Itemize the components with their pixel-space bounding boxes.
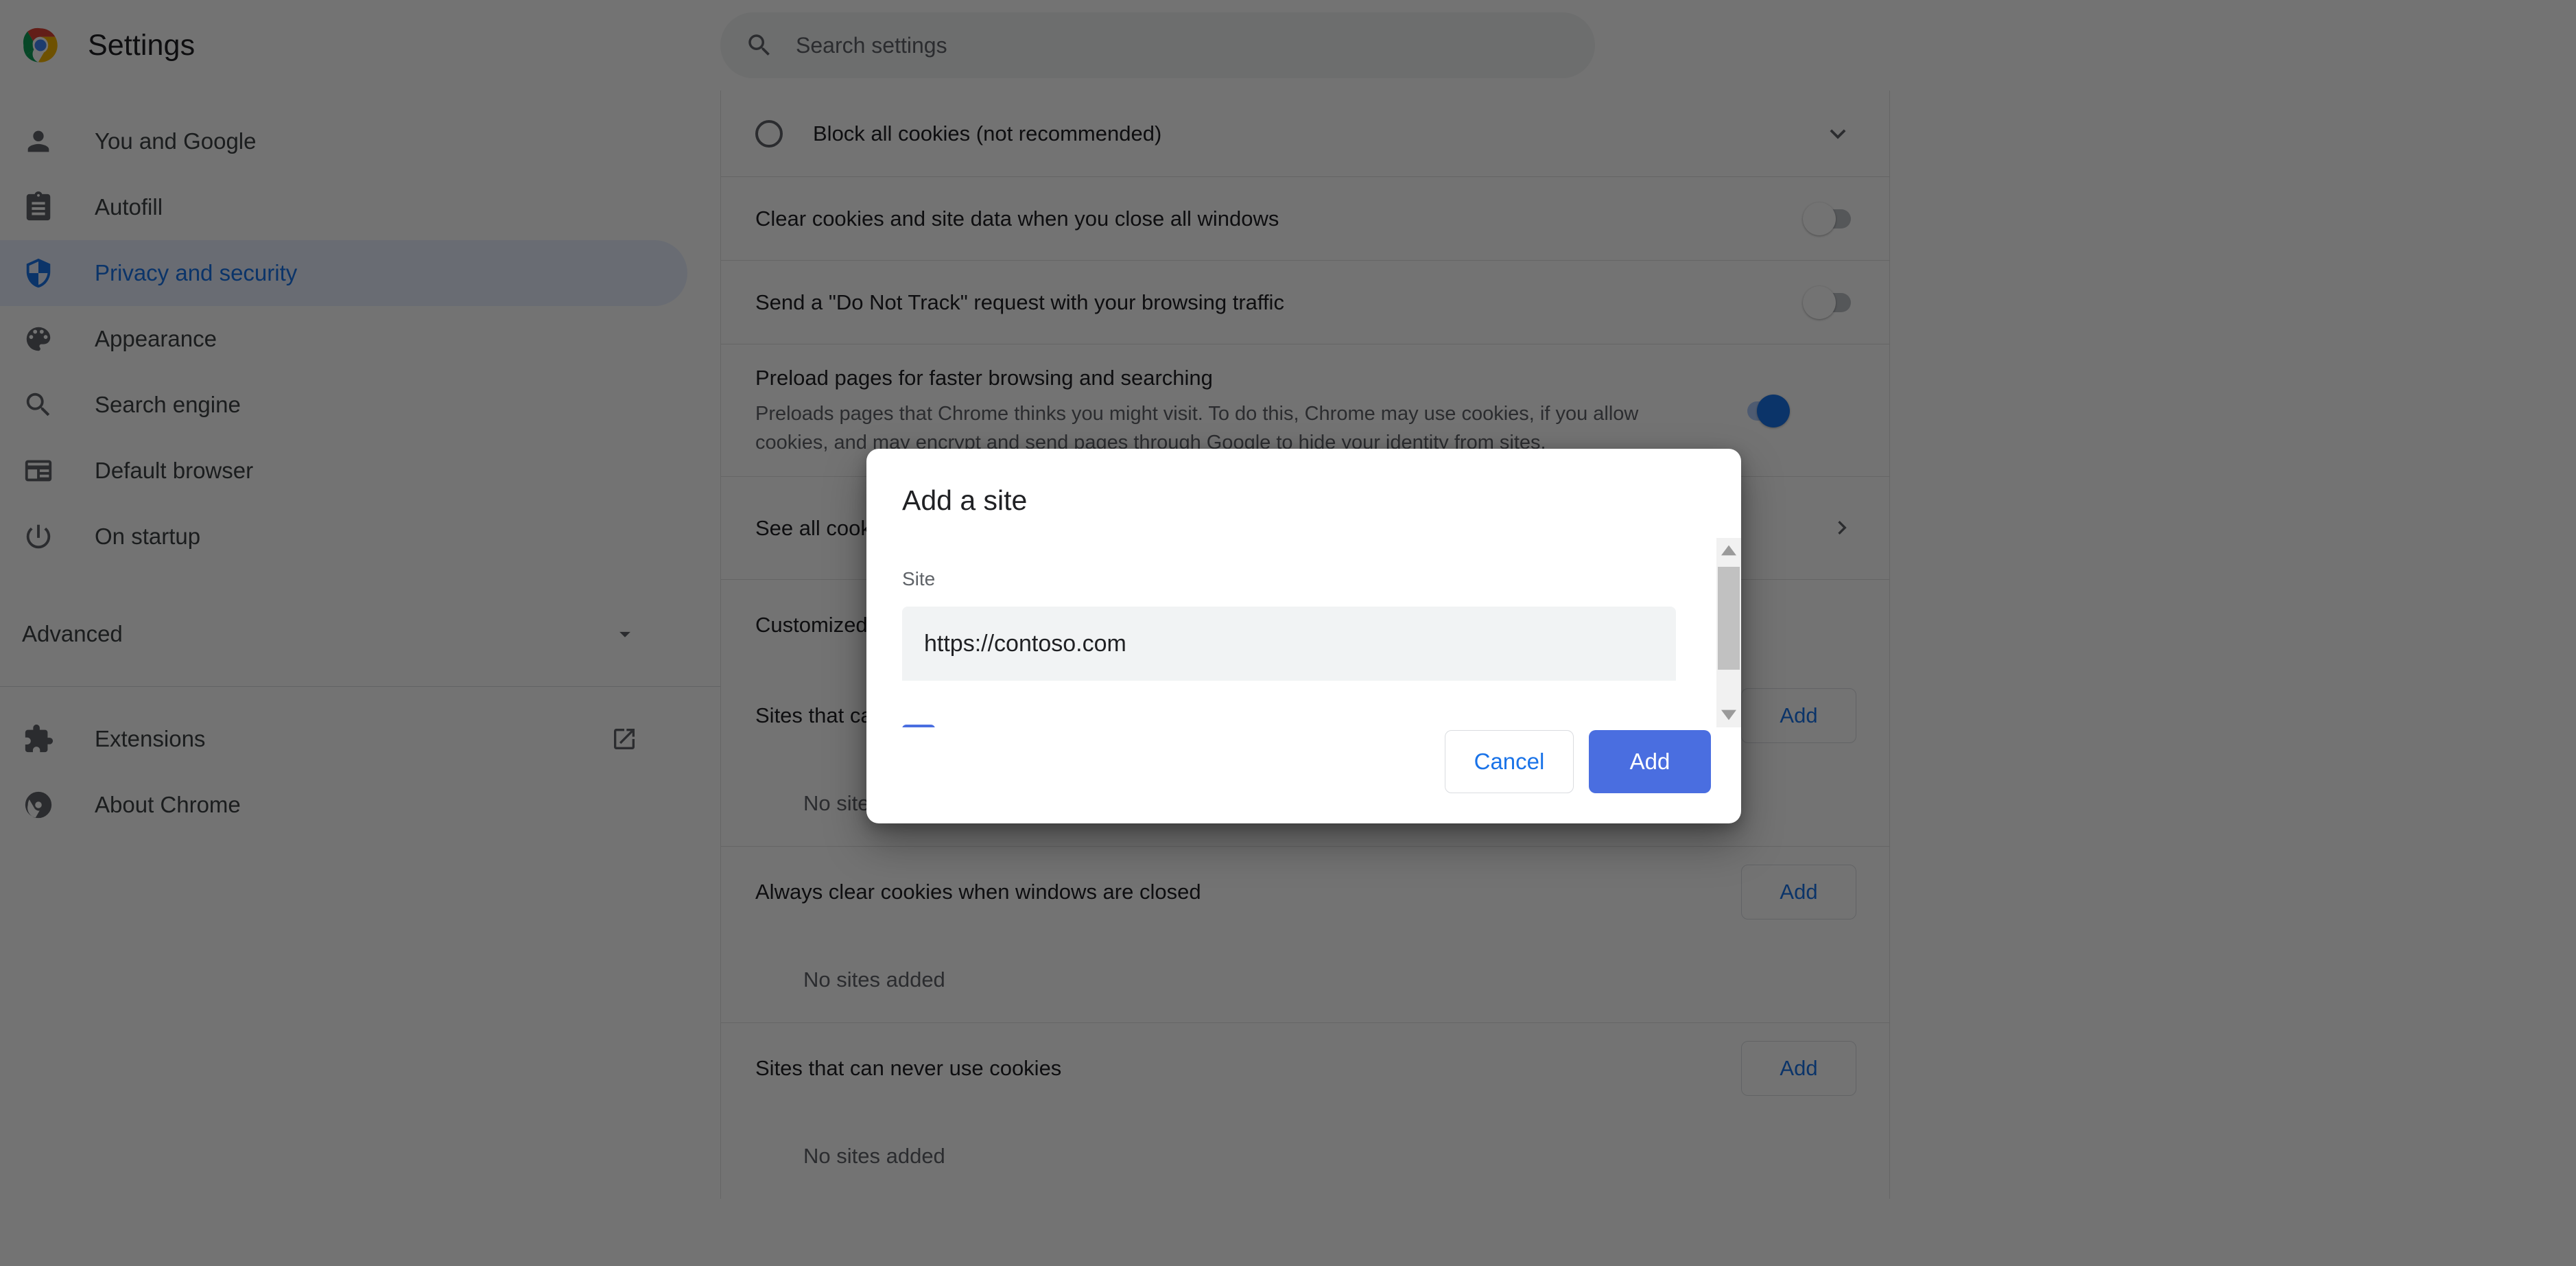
- dialog-body: Site Including third-party cookies on th…: [866, 538, 1741, 727]
- checkbox-checked-icon[interactable]: [902, 725, 935, 727]
- dialog-actions: Cancel Add: [1445, 730, 1711, 793]
- site-field-label: Site: [902, 568, 936, 589]
- dialog-scrollbar[interactable]: [1716, 538, 1741, 727]
- site-input[interactable]: [902, 607, 1676, 681]
- add-button[interactable]: Add: [1589, 730, 1711, 793]
- cancel-button[interactable]: Cancel: [1445, 730, 1574, 793]
- add-site-dialog: Add a site Site Including third-party co…: [866, 449, 1741, 823]
- dialog-title: Add a site: [902, 484, 1028, 516]
- scrollbar-thumb[interactable]: [1718, 567, 1740, 670]
- third-party-cookies-checkbox-row[interactable]: Including third-party cookies on this si…: [902, 725, 1348, 727]
- scroll-up-arrow-icon[interactable]: [1716, 538, 1741, 563]
- scroll-down-arrow-icon[interactable]: [1716, 703, 1741, 727]
